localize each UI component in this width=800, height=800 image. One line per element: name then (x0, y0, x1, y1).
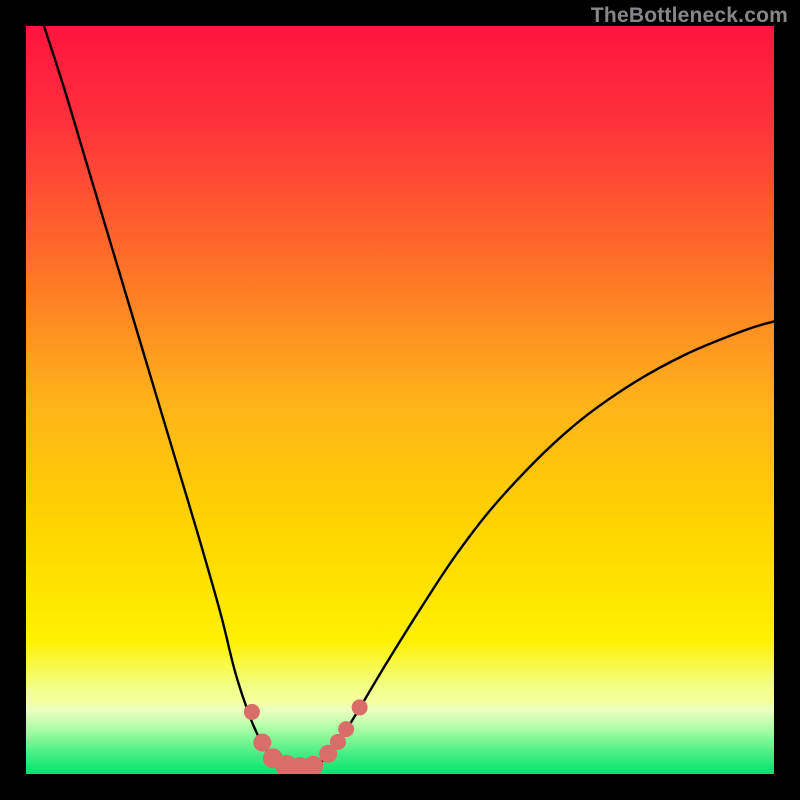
data-marker (338, 721, 354, 737)
bottleneck-curve (26, 26, 774, 774)
outer-frame: TheBottleneck.com (0, 0, 800, 800)
data-marker (244, 704, 260, 720)
curve-path (44, 26, 774, 768)
data-marker (303, 756, 323, 774)
data-marker (253, 734, 271, 752)
data-marker (352, 699, 368, 715)
watermark-text: TheBottleneck.com (591, 4, 788, 28)
plot-area (26, 26, 774, 774)
